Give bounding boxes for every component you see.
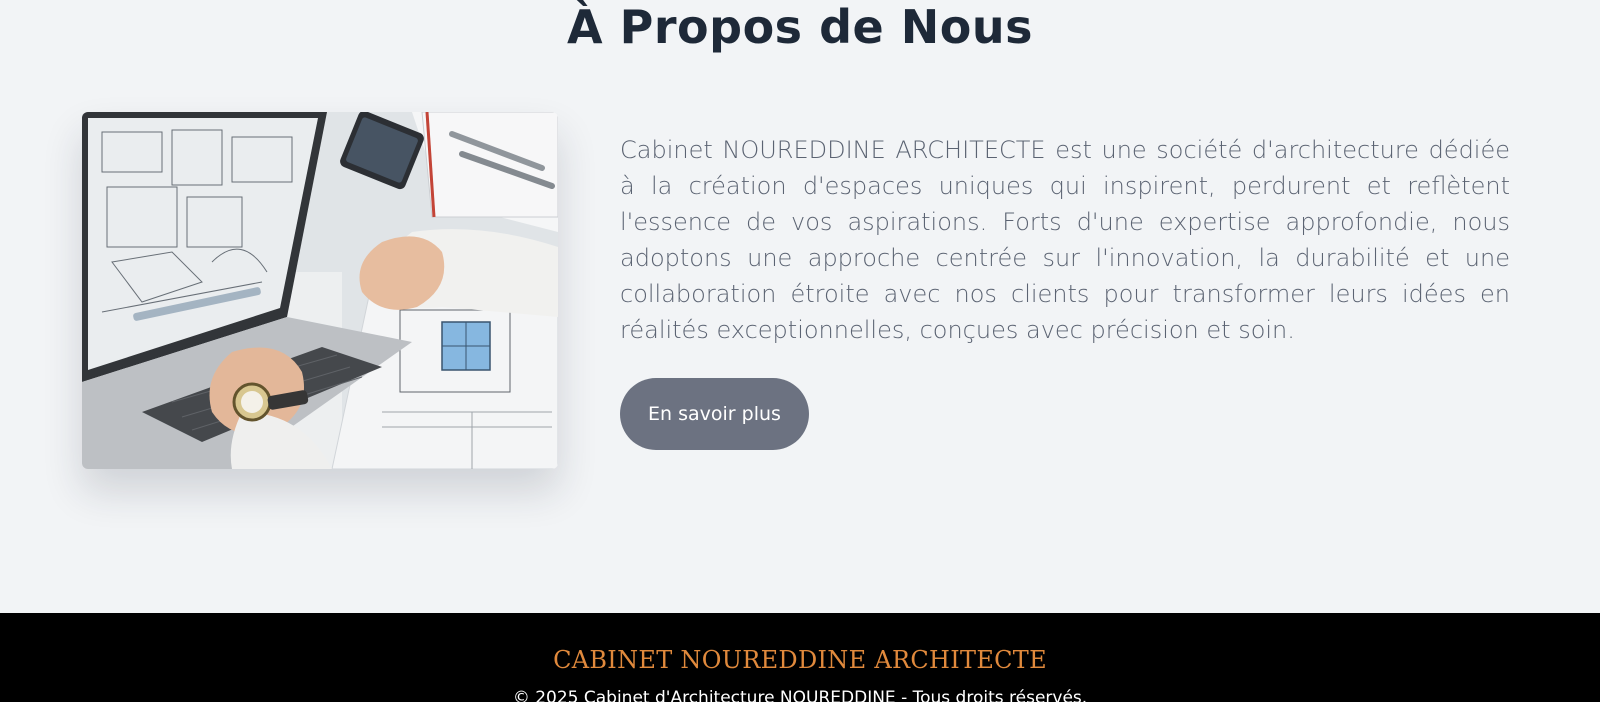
about-section: À Propos de Nous Cabinet NOUREDDINE ARCH…	[0, 0, 1600, 613]
section-title: À Propos de Nous	[567, 0, 1033, 54]
footer-brand: CABINET NOUREDDINE ARCHITECTE	[553, 646, 1047, 674]
laptop-hands-photo	[82, 112, 558, 469]
footer-copyright: © 2025 Cabinet d'Architecture NOUREDDINE…	[512, 688, 1088, 702]
about-photo	[82, 112, 558, 469]
learn-more-button[interactable]: En savoir plus	[620, 378, 809, 450]
about-description: Cabinet NOUREDDINE ARCHITECTE est une so…	[620, 136, 1510, 344]
footer: CABINET NOUREDDINE ARCHITECTE © 2025 Cab…	[0, 613, 1600, 702]
